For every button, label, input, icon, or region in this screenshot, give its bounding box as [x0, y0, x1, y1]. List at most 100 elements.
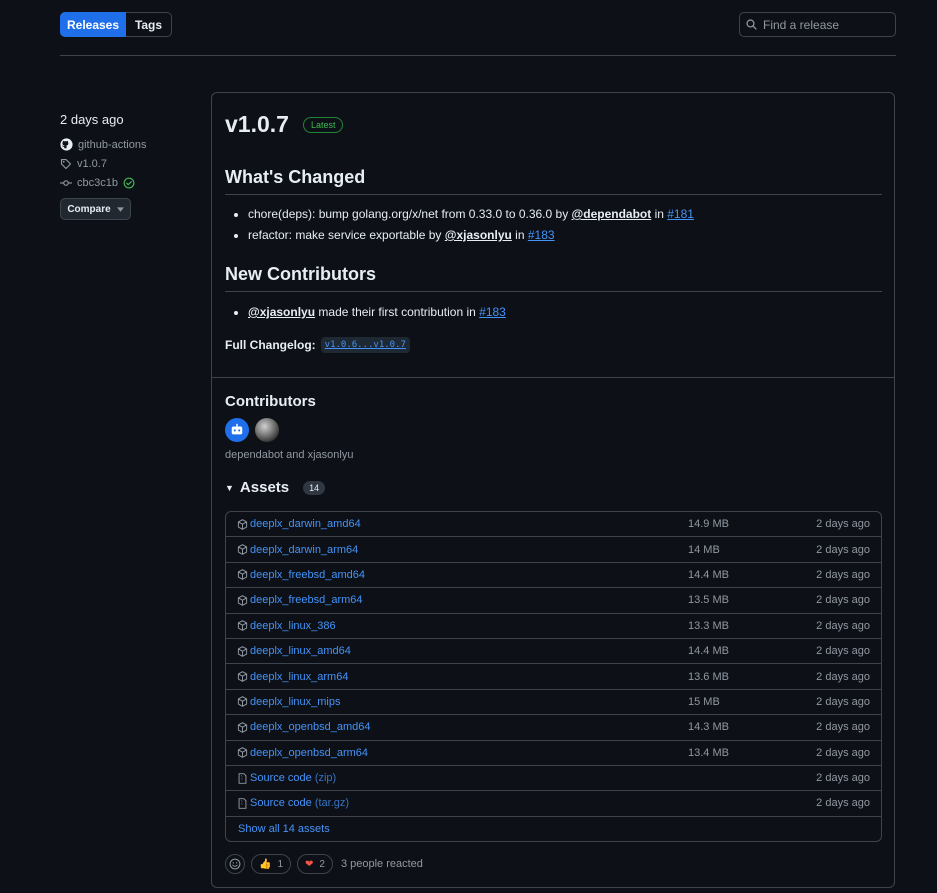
package-icon [237, 544, 249, 555]
tag-icon [60, 158, 72, 169]
release-date[interactable]: 2 days ago [60, 112, 200, 127]
show-all-row: Show all 14 assets [226, 817, 881, 841]
list-item: deeplx_openbsd_amd64 14.3 MB 2 days ago [226, 715, 881, 741]
commit-icon [60, 179, 72, 186]
asset-link[interactable]: deeplx_linux_386 [250, 620, 336, 632]
releases-tags-switch: Releases Tags [60, 12, 172, 37]
latest-badge: Latest [302, 116, 344, 133]
list-item: deeplx_linux_amd64 14.4 MB 2 days ago [226, 639, 881, 665]
new-contributors-heading: New Contributors [225, 264, 882, 292]
file-zip-icon [237, 798, 249, 809]
asset-size: 15 MB [688, 695, 720, 708]
pr-link[interactable]: #181 [667, 207, 694, 221]
source-code-zip-link[interactable]: Source code (zip) [250, 772, 336, 784]
package-icon [237, 569, 249, 581]
package-icon [237, 722, 249, 733]
list-item: deeplx_darwin_amd64 14.9 MB 2 days ago [226, 512, 881, 538]
changelog-label: Full Changelog: [225, 338, 316, 352]
whats-changed-heading: What's Changed [225, 167, 882, 195]
asset-link[interactable]: deeplx_openbsd_arm64 [250, 747, 368, 759]
asset-size: 13.3 MB [688, 619, 729, 632]
release-header: v1.0.7 Latest [225, 111, 344, 138]
asset-link[interactable]: deeplx_openbsd_amd64 [250, 721, 371, 733]
contributors-heading: Contributors [225, 393, 316, 410]
list-item: deeplx_freebsd_amd64 14.4 MB 2 days ago [226, 563, 881, 589]
asset-link[interactable]: deeplx_linux_amd64 [250, 645, 351, 657]
commit-row[interactable]: cbc3c1b [60, 173, 200, 192]
thumbs-up-icon: 👍 [259, 858, 272, 870]
compare-label: Compare [67, 203, 111, 215]
file-zip-icon [237, 772, 249, 784]
list-item: refactor: make service exportable by @xj… [248, 225, 875, 246]
contributor-avatars [225, 418, 279, 442]
asset-size: 14.4 MB [688, 645, 729, 658]
asset-link[interactable]: deeplx_linux_arm64 [250, 671, 348, 683]
author-row[interactable]: github-actions [60, 135, 200, 154]
commit-sha: cbc3c1b [77, 176, 118, 189]
reactions-bar: 👍 1 ❤ 2 3 people reacted [225, 854, 423, 874]
asset-date: 2 days ago [816, 543, 870, 556]
package-icon [237, 518, 249, 530]
avatar[interactable] [255, 418, 279, 442]
heart-reaction[interactable]: ❤ 2 [297, 854, 333, 874]
changelog-link[interactable]: v1.0.6...v1.0.7 [320, 337, 410, 353]
contributor-names: dependabot and xjasonlyu [225, 449, 354, 461]
avatar[interactable] [225, 418, 249, 442]
add-reaction-button[interactable] [225, 854, 245, 874]
new-contributors-list: @xjasonlyu made their first contribution… [225, 302, 875, 323]
list-item: deeplx_linux_386 13.3 MB 2 days ago [226, 614, 881, 639]
release-search[interactable] [739, 12, 896, 37]
asset-link[interactable]: deeplx_freebsd_amd64 [250, 569, 365, 581]
release-meta: 2 days ago github-actions v1.0.7 cbc3c1b… [60, 112, 200, 220]
asset-link[interactable]: deeplx_freebsd_arm64 [250, 594, 363, 606]
list-item: chore(deps): bump golang.org/x/net from … [248, 204, 875, 225]
author-link[interactable]: @dependabot [572, 207, 652, 221]
reactions-summary: 3 people reacted [340, 858, 423, 870]
pr-link[interactable]: #183 [528, 228, 555, 242]
tag-row[interactable]: v1.0.7 [60, 154, 200, 173]
list-item: deeplx_freebsd_arm64 13.5 MB 2 days ago [226, 588, 881, 614]
divider [212, 377, 894, 378]
assets-toggle[interactable]: ▼ Assets 14 [225, 479, 326, 496]
asset-date: 2 days ago [816, 670, 870, 683]
asset-link[interactable]: deeplx_darwin_amd64 [250, 518, 361, 530]
source-ext: (tar.gz) [314, 797, 350, 810]
pr-link[interactable]: #183 [479, 305, 506, 319]
asset-date: 2 days ago [816, 645, 870, 658]
thumbs-up-count: 1 [277, 858, 284, 870]
asset-link[interactable]: deeplx_linux_mips [250, 696, 341, 708]
release-title[interactable]: v1.0.7 [225, 111, 289, 138]
tab-tags[interactable]: Tags [126, 12, 172, 37]
list-item: deeplx_darwin_arm64 14 MB 2 days ago [226, 537, 881, 563]
source-code-label: Source code [250, 772, 312, 785]
list-item: deeplx_linux_mips 15 MB 2 days ago [226, 690, 881, 716]
asset-date: 2 days ago [816, 594, 870, 607]
source-code-targz-link[interactable]: Source code (tar.gz) [250, 797, 349, 809]
change-text: refactor: make service exportable by [248, 228, 445, 242]
asset-date: 2 days ago [816, 746, 870, 759]
compare-button[interactable]: Compare [60, 198, 131, 220]
source-code-label: Source code [250, 797, 312, 810]
search-input[interactable] [763, 17, 888, 32]
assets-list: deeplx_darwin_amd64 14.9 MB 2 days ago dee… [225, 511, 882, 842]
author-link[interactable]: @xjasonlyu [248, 305, 315, 319]
asset-date: 2 days ago [816, 568, 870, 581]
asset-date: 2 days ago [816, 619, 870, 632]
heart-icon: ❤ [305, 858, 314, 870]
check-circle-icon [123, 177, 135, 188]
asset-date: 2 days ago [816, 797, 870, 810]
change-in: in [511, 228, 528, 242]
divider [60, 55, 896, 56]
thumbs-up-reaction[interactable]: 👍 1 [251, 854, 292, 874]
asset-link[interactable]: deeplx_darwin_arm64 [250, 544, 358, 556]
show-all-assets-link[interactable]: Show all 14 assets [238, 823, 330, 835]
assets-heading: Assets [239, 479, 290, 496]
list-item: deeplx_openbsd_arm64 13.4 MB 2 days ago [226, 741, 881, 766]
author-link[interactable]: @xjasonlyu [445, 228, 512, 242]
asset-date: 2 days ago [816, 518, 870, 531]
tab-releases[interactable]: Releases [60, 12, 126, 37]
asset-date: 2 days ago [816, 772, 870, 785]
package-icon [237, 696, 249, 708]
list-item: deeplx_linux_arm64 13.6 MB 2 days ago [226, 664, 881, 690]
asset-size: 14.9 MB [688, 518, 729, 531]
